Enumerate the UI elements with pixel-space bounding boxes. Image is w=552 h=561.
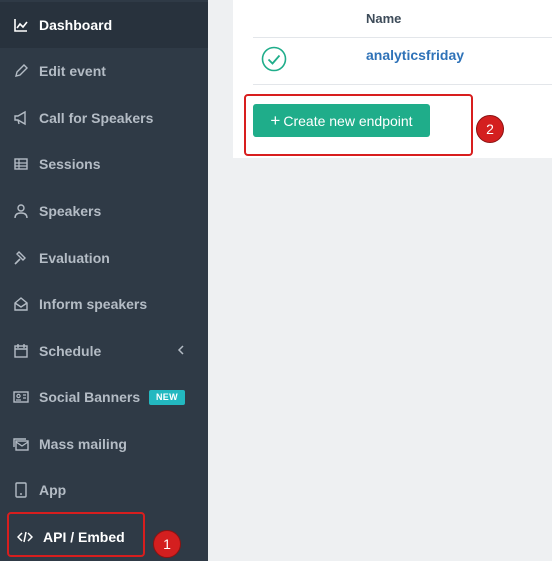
sidebar-item-label: Schedule [39,343,102,359]
chart-icon [13,17,29,33]
pencil-icon [13,63,29,79]
sidebar-item-label: App [39,482,67,498]
code-icon [17,529,33,545]
endpoint-link[interactable]: analyticsfriday [366,47,464,63]
create-endpoint-button[interactable]: + Create new endpoint [253,104,430,137]
gavel-icon [13,250,29,266]
new-badge: NEW [149,390,185,405]
table-icon [13,156,29,172]
sidebar-item-speakers[interactable]: Speakers [0,188,208,234]
sidebar: Dashboard Edit event Call for Speakers S… [0,0,208,561]
sidebar-item-label: Evaluation [39,250,110,266]
sidebar-item-label: Speakers [39,203,102,219]
sidebar-item-dashboard[interactable]: Dashboard [0,2,208,48]
step-marker-1: 1 [153,530,181,558]
sidebar-item-call-for-speakers[interactable]: Call for Speakers [0,95,208,141]
divider [253,84,552,85]
sidebar-item-label: Sessions [39,156,101,172]
sidebar-item-social-banners[interactable]: Social Banners NEW [0,374,208,420]
mail-stack-icon [13,436,29,452]
sidebar-item-schedule[interactable]: Schedule [0,328,208,374]
megaphone-icon [13,110,29,126]
sidebar-item-label: Call for Speakers [39,110,154,126]
sidebar-item-inform-speakers[interactable]: Inform speakers [0,281,208,327]
sidebar-item-mass-mailing[interactable]: Mass mailing [0,421,208,467]
tablet-icon [13,482,29,498]
sidebar-item-label: Mass mailing [39,436,127,452]
sidebar-item-label: Social Banners [39,389,141,405]
calendar-icon [13,343,29,359]
column-header-name: Name [366,11,402,26]
divider [253,37,552,38]
sidebar-item-edit-event[interactable]: Edit event [0,48,208,94]
sidebar-item-label: Inform speakers [39,296,148,312]
sidebar-item-label: Dashboard [39,17,113,33]
plus-icon: + [270,111,281,130]
check-circle-icon [261,46,287,72]
sidebar-item-app[interactable]: App [0,467,208,513]
chevron-left-icon[interactable] [176,343,186,357]
sidebar-item-label: API / Embed [43,529,125,545]
user-icon [13,203,29,219]
sidebar-item-label: Edit event [39,63,106,79]
sidebar-item-evaluation[interactable]: Evaluation [0,235,208,281]
id-card-icon [13,389,29,405]
step-marker-2: 2 [476,115,504,143]
sidebar-item-sessions[interactable]: Sessions [0,141,208,187]
envelope-open-icon [13,296,29,312]
create-endpoint-label: Create new endpoint [283,112,413,129]
